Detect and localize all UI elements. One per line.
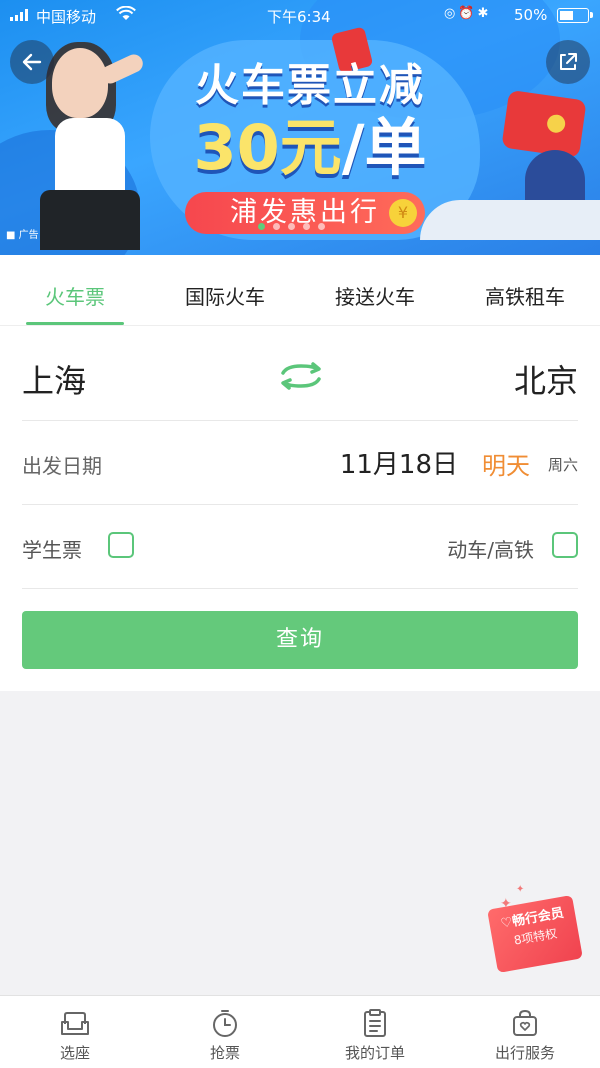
carrier-name: 中国移动: [36, 8, 97, 26]
status-bar: 中国移动 下午6:34 ◎⏰✱ 50%: [0, 0, 600, 30]
nav-item-label: 我的订单: [344, 1044, 405, 1062]
nav-item-my-orders[interactable]: 我的订单: [300, 996, 450, 1068]
search-button[interactable]: 查询: [22, 611, 578, 669]
highspeed-label: 动车/高铁: [447, 538, 534, 562]
bag-icon: [513, 1009, 537, 1036]
carousel-dot: [318, 223, 325, 230]
arrival-city[interactable]: 北京: [514, 356, 578, 402]
nav-item-travel-services[interactable]: 出行服务: [450, 996, 600, 1068]
student-ticket-checkbox[interactable]: [108, 532, 134, 558]
carousel-dot: [288, 223, 295, 230]
seat-icon: [61, 1012, 89, 1035]
swap-cities-button[interactable]: [277, 360, 325, 392]
battery-percent: 50%: [514, 6, 548, 24]
carousel-dot: [303, 223, 310, 230]
date-label: 出发日期: [22, 454, 102, 478]
train-illustration: [420, 200, 600, 240]
battery-icon: [557, 8, 593, 23]
date-value: 11月18日: [339, 450, 458, 480]
promo-title: 火车票立减: [195, 60, 425, 111]
coin-icon: ¥: [389, 199, 417, 227]
city-row: 上海 北京: [22, 326, 578, 421]
banner-model-image: [52, 48, 108, 118]
carousel-indicator: [258, 223, 325, 230]
tab-international-train[interactable]: 国际火车: [150, 255, 300, 325]
tab-train-ticket[interactable]: 火车票: [0, 255, 150, 325]
promo-amount: 30元/单: [160, 112, 460, 184]
temple-illustration: [525, 150, 585, 205]
carousel-dot: [273, 223, 280, 230]
member-badge[interactable]: ♡畅行会员 8项特权: [487, 895, 583, 973]
bottom-nav: 选座 抢票 我的订单 出行服务: [0, 995, 600, 1068]
banner-model-image: [55, 118, 125, 198]
share-icon: [560, 53, 577, 70]
ad-tag: ■ 广告: [6, 230, 39, 241]
tab-train-transfer[interactable]: 接送火车: [300, 255, 450, 325]
clipboard-icon: [364, 1009, 386, 1037]
wifi-icon: [116, 5, 136, 25]
swap-icon: [281, 362, 321, 390]
promo-amount-value: 30元: [193, 111, 342, 184]
search-form: 上海 北京 出发日期 11月18日 明天 周六 学生票 动车/高铁 查询: [0, 326, 600, 691]
departure-city[interactable]: 上海: [22, 356, 86, 402]
red-envelope-icon: [501, 89, 587, 159]
highspeed-checkbox[interactable]: [552, 532, 578, 558]
nav-item-label: 出行服务: [494, 1044, 555, 1062]
promo-headline: 火车票立减 30元/单: [160, 60, 460, 184]
status-icons: ◎⏰✱: [444, 6, 492, 21]
status-time: 下午6:34: [267, 8, 331, 26]
signal-icon: [10, 9, 28, 21]
options-row: 学生票 动车/高铁: [22, 504, 578, 589]
departure-date-row[interactable]: 出发日期 11月18日 明天 周六: [22, 420, 578, 505]
sparkle-icon: ✦: [516, 884, 525, 895]
carousel-dot: [258, 223, 265, 230]
student-ticket-label: 学生票: [22, 538, 82, 562]
share-button[interactable]: [546, 40, 590, 84]
date-relative: 明天: [482, 452, 530, 480]
nav-item-seat[interactable]: 选座: [0, 996, 150, 1068]
date-weekday: 周六: [547, 456, 578, 474]
back-button[interactable]: [10, 40, 54, 84]
nav-item-label: 选座: [59, 1044, 90, 1062]
promo-banner[interactable]: 火车票立减 30元/单 浦发惠出行 ¥ ■ 广告: [0, 0, 600, 255]
arrow-left-icon: [22, 53, 42, 71]
ad-tag-label: 广告: [18, 230, 39, 241]
promo-amount-unit: /单: [341, 111, 427, 184]
banner-model-image: [40, 190, 140, 250]
tab-rail-car-rental[interactable]: 高铁租车: [450, 255, 600, 325]
ticket-type-tabs: 火车票 国际火车 接送火车 高铁租车: [0, 255, 600, 326]
stopwatch-icon: [213, 1010, 237, 1037]
nav-item-grab-ticket[interactable]: 抢票: [150, 996, 300, 1068]
nav-item-label: 抢票: [209, 1044, 240, 1062]
